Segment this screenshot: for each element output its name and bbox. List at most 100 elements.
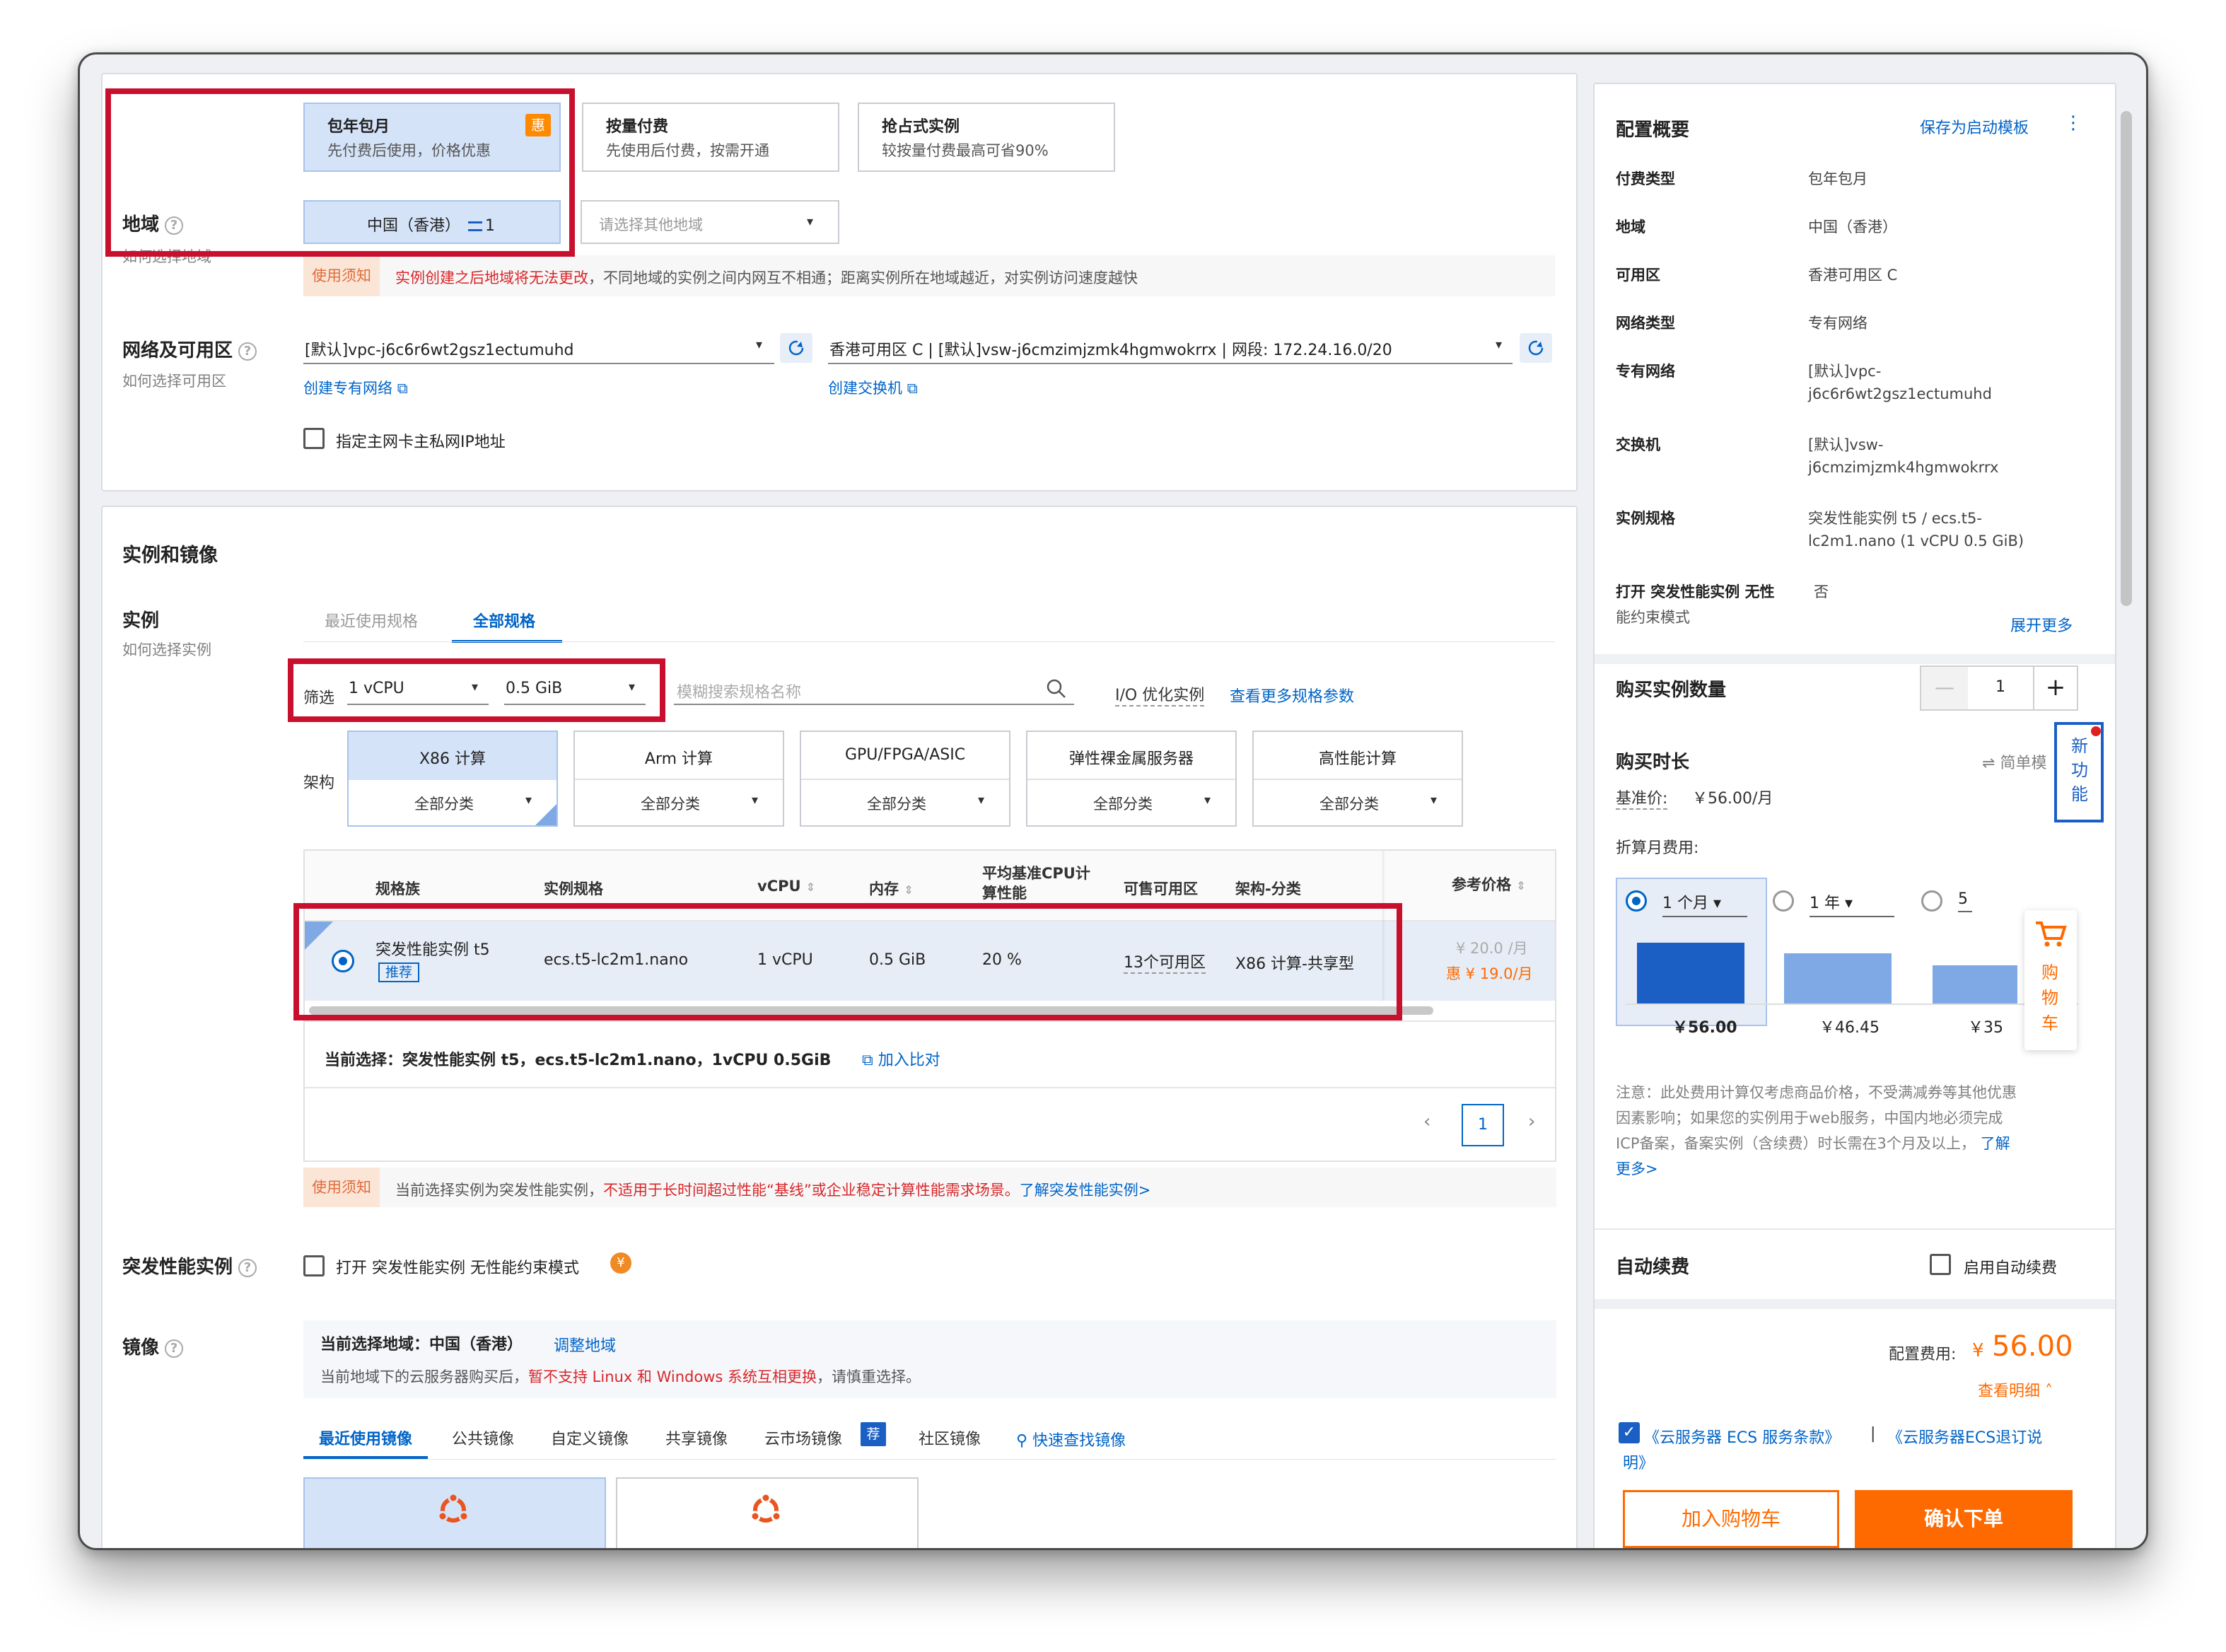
billing-payg[interactable]: 按量付费 先使用后付费，按需开通 [582,103,839,172]
qty-stepper[interactable]: — 1 + [1920,665,2078,711]
summary-key-2: 能约束模式 [1616,609,1690,626]
cart-side-button[interactable]: 购 物 车 [2024,910,2077,1050]
duration-select[interactable]: 5 [1958,890,1972,912]
col-mem[interactable]: 内存 ⇕ [869,878,914,899]
vertical-scrollbar[interactable] [2121,111,2132,606]
duration-radio[interactable] [1773,890,1794,912]
search-icon[interactable] [1046,678,1067,699]
arch-x86-name: X86 计算 [419,750,486,768]
more-spec-params-link[interactable]: 查看更多规格参数 [1230,684,1354,706]
other-region-select[interactable]: 请选择其他地域 ▾ [581,200,839,244]
network-help-link[interactable]: 如何选择可用区 [122,370,226,391]
tab-market-images[interactable]: 云市场镜像 [764,1426,842,1449]
tab-all-specs[interactable]: 全部规格 [473,609,535,632]
duration-select[interactable]: 1 个月 ▾ [1662,890,1747,917]
summary-key: 交换机 [1616,436,1660,453]
duration-radio[interactable] [1921,890,1942,912]
tab-community-images[interactable]: 社区镜像 [919,1426,981,1449]
add-compare-link[interactable]: ⧉ 加入比对 [862,1047,940,1070]
tab-public-images[interactable]: 公共镜像 [452,1426,514,1449]
caret-down-icon: ▾ [525,793,532,808]
private-ip-checkbox[interactable] [303,428,325,449]
vpc-select[interactable]: [默认]vpc-j6c6r6wt2gsz1ectumuhd ▾ [303,330,774,364]
divider [1027,779,1235,780]
more-vertical-icon[interactable]: ⋮ [2064,112,2082,134]
prev-page-icon[interactable]: ‹ [1423,1111,1430,1132]
divider [801,779,1009,780]
arch-x86-sub: 全部分类 [414,796,474,813]
create-vpc-link[interactable]: 创建专有网络 ⧉ [303,377,408,398]
tab-recent-images[interactable]: 最近使用镜像 [319,1426,412,1449]
swap-icon: ⇌ [1982,755,1995,772]
other-region-placeholder: 请选择其他地域 [599,216,703,233]
duration-select[interactable]: 1 年 ▾ [1810,890,1894,917]
arch-x86[interactable]: X86 计算 全部分类 ▾ [347,731,558,827]
terms-link-service[interactable]: 《云服务器 ECS 服务条款》 [1644,1425,1840,1448]
arch-gpu[interactable]: GPU/FPGA/ASIC 全部分类 ▾ [800,731,1010,827]
io-optimized-label[interactable]: I/O 优化实例 [1115,682,1205,706]
duration-price: ￥46.45 [1819,1019,1880,1037]
tab-recent-specs[interactable]: 最近使用规格 [325,609,418,632]
help-icon[interactable]: ? [238,1258,257,1277]
save-template-link[interactable]: 保存为启动模板 [1920,115,2029,138]
learn-more-link-2[interactable]: 更多> [1616,1156,2090,1182]
chevron-up-icon: ˄ [2045,1383,2053,1400]
col-vcpu[interactable]: vCPU ⇕ [757,878,815,895]
page-1-button[interactable]: 1 [1462,1104,1504,1146]
compare-icon: ⧉ [862,1052,873,1069]
note-line: 注意：此处费用计算仅考虑商品价格，不受满减券等其他优惠 [1616,1084,2017,1101]
terms-checkbox[interactable]: ✓ [1619,1422,1640,1443]
next-page-icon[interactable]: › [1528,1111,1535,1132]
row-price: ¥ 20.0 /月 [1456,940,1528,957]
summary-key: 付费类型 [1616,170,1675,187]
summary-value: 突发性能实例 t5 / ecs.t5- [1808,510,1982,527]
image-card-ubuntu-selected[interactable] [303,1477,606,1548]
vpc-value: [默认]vpc-j6c6r6wt2gsz1ectumuhd [305,342,574,359]
minus-icon[interactable]: — [1921,667,1968,709]
instance-label: 实例 [122,610,160,632]
quick-find-image-link[interactable]: ⚲ 快速查找镜像 [1016,1428,1126,1450]
simple-mode-toggle[interactable]: ⇌ 简单模 [1982,750,2046,773]
sort-icon: ⇕ [805,880,816,894]
vswitch-refresh-button[interactable] [1520,333,1552,363]
ubuntu-icon [750,1493,782,1523]
col-cpu-perf[interactable]: 平均基准CPU计算性能 [982,863,1095,906]
terms-link-refund-2[interactable]: 明》 [1623,1450,1654,1473]
col-spec: 实例规格 [544,880,603,897]
instance-help-link[interactable]: 如何选择实例 [122,639,211,660]
tab-custom-images[interactable]: 自定义镜像 [551,1426,629,1449]
auto-renew-checkbox[interactable] [1930,1254,1951,1275]
vpc-refresh-button[interactable] [780,333,812,363]
sort-icon: ⇕ [1516,879,1526,892]
terms-link-refund[interactable]: 《云服务器ECS退订说 [1887,1425,2042,1448]
qty-value[interactable]: 1 [1968,678,2033,696]
plus-icon[interactable]: + [2033,667,2077,709]
arch-hpc[interactable]: 高性能计算 全部分类 ▾ [1252,731,1463,827]
spec-search-input[interactable]: 模糊搜索规格名称 [674,674,1074,705]
create-vswitch-link[interactable]: 创建交换机 ⧉ [828,377,918,398]
learn-more-link[interactable]: 了解 [1981,1135,2010,1152]
add-to-cart-button[interactable]: 加入购物车 [1623,1490,1839,1548]
help-icon[interactable]: ? [165,1339,184,1358]
arch-hpc-name: 高性能计算 [1318,750,1397,768]
billing-spot[interactable]: 抢占式实例 较按量付费最高可省90% [858,103,1115,172]
col-price[interactable]: 参考价格 ⇕ [1452,873,1526,895]
learn-burst-link[interactable]: 了解突发性能实例> [1020,1182,1151,1199]
help-icon[interactable]: ? [238,342,257,361]
tab-shared-images[interactable]: 共享镜像 [665,1426,728,1449]
summary-title: 配置概要 [1616,120,1690,141]
adjust-region-link[interactable]: 调整地域 [554,1333,616,1356]
image-card-ubuntu[interactable] [616,1477,919,1548]
new-feature-badge[interactable]: 新 功 能 [2054,722,2104,822]
confirm-order-button[interactable]: 确认下单 [1855,1490,2073,1548]
col-arch: 架构-分类 [1235,880,1301,897]
duration-label: 1 个月 [1662,895,1708,912]
vswitch-select[interactable]: 香港可用区 C | [默认]vsw-j6cmzimjzmk4hgmwokrrx … [828,330,1513,364]
arch-baremetal[interactable]: 弹性裸金属服务器 全部分类 ▾ [1026,731,1237,827]
arch-arm[interactable]: Arm 计算 全部分类 ▾ [573,731,784,827]
view-detail-link[interactable]: 查看明细 ˄ [1978,1378,2053,1401]
burst-unlimited-checkbox[interactable] [303,1255,325,1276]
expand-more-link[interactable]: 展开更多 [2010,613,2073,636]
caret-down-icon: ▾ [1840,895,1853,912]
duration-radio[interactable] [1626,890,1647,912]
